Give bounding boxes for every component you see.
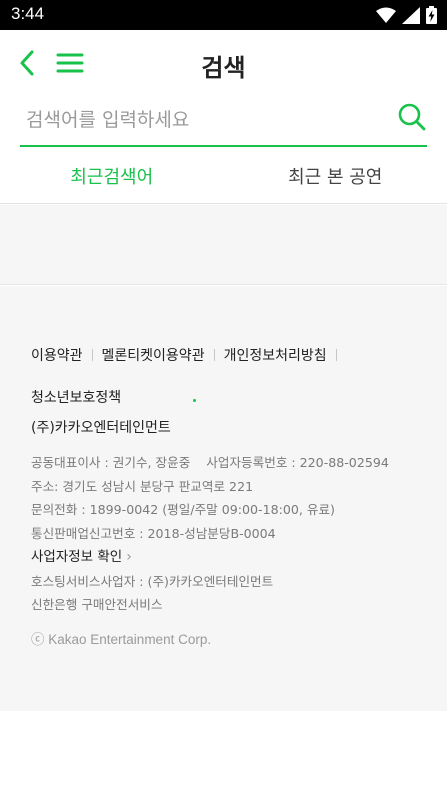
- info-row: 공동대표이사 : 권기수, 장윤중 사업자등록번호 : 220-88-02594: [31, 451, 389, 475]
- address-text: 주소: 경기도 성남시 분당구 판교역로 221: [31, 478, 254, 494]
- footer: 이용약관 멜론티켓이용약관 개인정보처리방침 청소년보호정책 (주)카카오엔터테…: [0, 286, 447, 711]
- ceo-text: 공동대표이사 : 권기수, 장윤중: [31, 455, 191, 470]
- search-icon[interactable]: [397, 102, 427, 132]
- tab-recently-viewed[interactable]: 최근 본 공연: [224, 148, 447, 203]
- business-info-label: 사업자정보 확인: [31, 549, 123, 565]
- terms-link[interactable]: 이용약관: [31, 345, 83, 365]
- privacy-policy-link[interactable]: 개인정보처리방침: [224, 345, 327, 365]
- status-bar: 3:44: [0, 0, 447, 30]
- hosting-text: 호스팅서비스사업자 : (주)카카오엔터테인먼트: [31, 573, 274, 589]
- info-row: 사업자정보 확인 ›: [31, 545, 389, 570]
- company-name: (주)카카오엔터테인먼트: [31, 420, 171, 436]
- page-title: 검색: [201, 54, 246, 82]
- battery-charging-icon: [426, 6, 437, 24]
- footer-link-row: 청소년보호정책: [31, 386, 421, 408]
- app-header: 검색: [0, 30, 447, 96]
- chevron-right-icon: ›: [126, 549, 132, 565]
- footer-links: 이용약관 멜론티켓이용약관 개인정보처리방침 청소년보호정책: [31, 344, 421, 408]
- escrow-text[interactable]: 신한은행 구매안전서비스: [31, 593, 389, 617]
- search-input[interactable]: [26, 104, 386, 136]
- signal-icon: [402, 6, 420, 24]
- link-divider: [335, 349, 337, 361]
- recent-searches-list: [0, 205, 447, 285]
- company-info: 공동대표이사 : 권기수, 장윤중 사업자등록번호 : 220-88-02594 …: [31, 451, 389, 617]
- tab-bar: 최근검색어 최근 본 공연: [0, 148, 447, 204]
- copyright-text: ⓒ Kakao Entertainment Corp.: [31, 632, 212, 647]
- footer-link-row: 이용약관 멜론티켓이용약관 개인정보처리방침: [31, 344, 421, 366]
- phone-text: 문의전화 : 1899-0042 (평일/주말 09:00-18:00, 유료): [31, 502, 335, 517]
- business-reg-text: 사업자등록번호 : 220-88-02594: [206, 455, 389, 470]
- ticket-terms-link[interactable]: 멜론티켓이용약관: [102, 345, 205, 365]
- decorative-dot: [193, 398, 197, 402]
- status-icons: [376, 6, 437, 24]
- wifi-icon: [376, 7, 396, 24]
- tab-recent-searches[interactable]: 최근검색어: [0, 148, 224, 203]
- mail-order-text: 통신판매업신고번호 : 2018-성남분당B-0004: [31, 525, 276, 541]
- search-bar: [20, 96, 427, 147]
- link-divider: [91, 349, 93, 361]
- link-divider: [213, 349, 215, 361]
- business-info-link[interactable]: 사업자정보 확인 ›: [31, 546, 132, 570]
- status-time: 3:44: [11, 4, 45, 23]
- youth-policy-link[interactable]: 청소년보호정책: [31, 387, 121, 407]
